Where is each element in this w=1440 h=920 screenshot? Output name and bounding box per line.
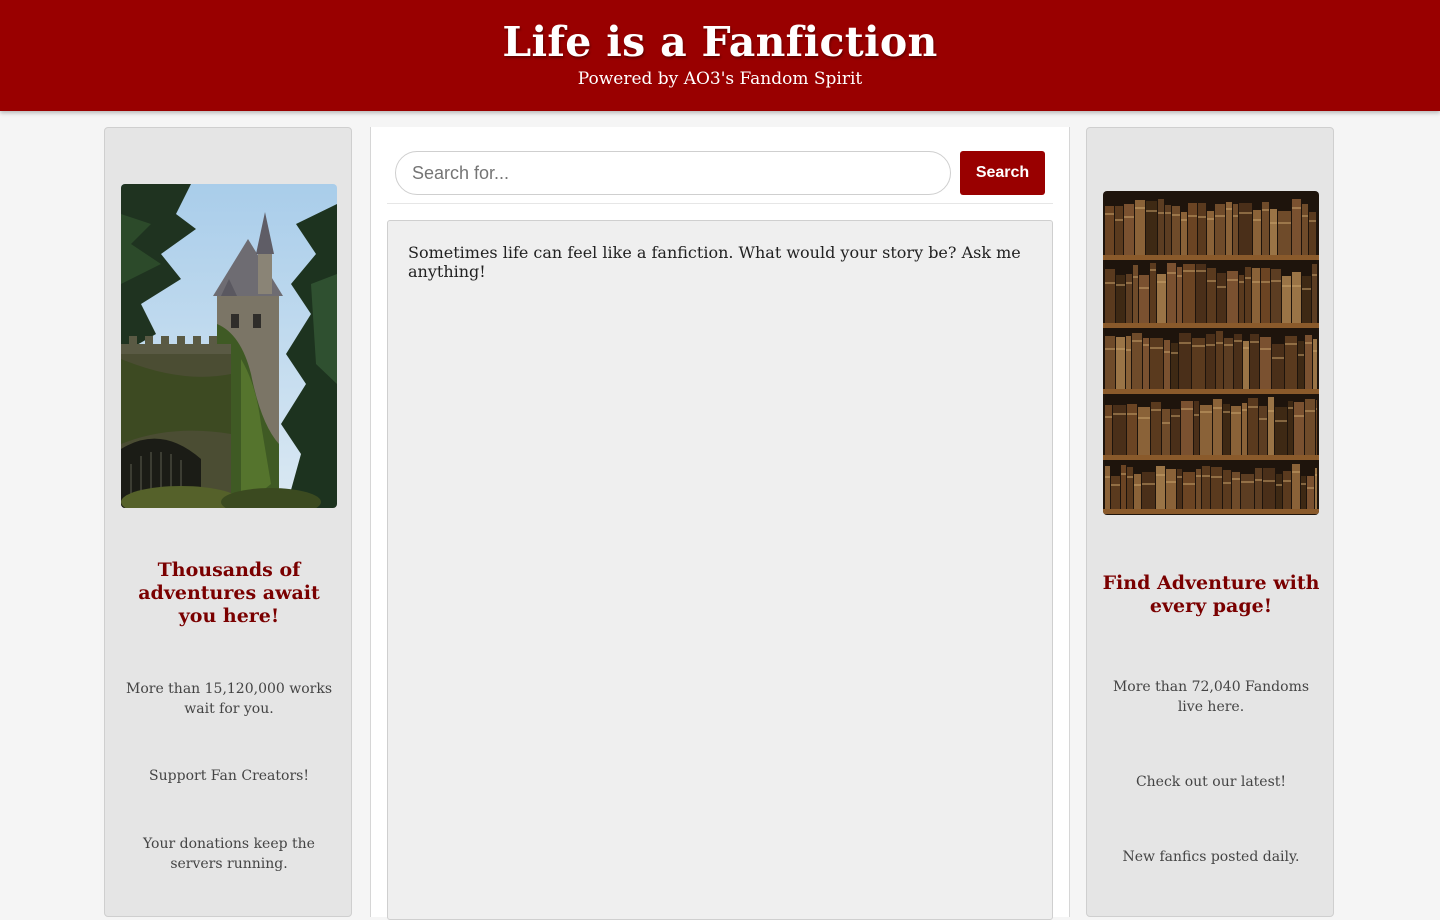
site-title: Life is a Fanfiction	[502, 18, 938, 66]
castle-tower-image	[121, 184, 337, 508]
chat-message: Sometimes life can feel like a fanfictio…	[408, 243, 1021, 281]
search-input[interactable]	[395, 151, 951, 195]
left-sidebar-text-donations: Your donations keep the servers running.	[143, 836, 315, 872]
right-sidebar-heading: Find Adventure with every page!	[1102, 572, 1320, 617]
left-sidebar-heading: Thousands of adventures await you here!	[138, 559, 320, 627]
left-sidebar-text-support: Support Fan Creators!	[149, 768, 309, 784]
bookshelf-image	[1103, 191, 1319, 515]
chat-panel: Sometimes life can feel like a fanfictio…	[387, 220, 1053, 920]
left-sidebar-text-works: More than 15,120,000 works wait for you.	[125, 681, 333, 717]
search-button[interactable]: Search	[960, 151, 1045, 195]
site-header: Life is a Fanfiction Powered by AO3's Fa…	[0, 0, 1440, 111]
site-subtitle: Powered by AO3's Fandom Spirit	[577, 69, 863, 89]
right-sidebar: Find Adventure with every page! More tha…	[1086, 127, 1334, 917]
right-sidebar-text-daily: New fanfics posted daily.	[1122, 849, 1300, 865]
main-content: Search Sometimes life can feel like a fa…	[370, 127, 1070, 920]
right-sidebar-text-fandoms: More than 72,040 Fandoms live here.	[1112, 679, 1310, 715]
left-sidebar: Thousands of adventures await you here! …	[104, 127, 352, 917]
right-sidebar-text-latest: Check out our latest!	[1135, 774, 1287, 790]
search-bar: Search	[387, 127, 1053, 204]
